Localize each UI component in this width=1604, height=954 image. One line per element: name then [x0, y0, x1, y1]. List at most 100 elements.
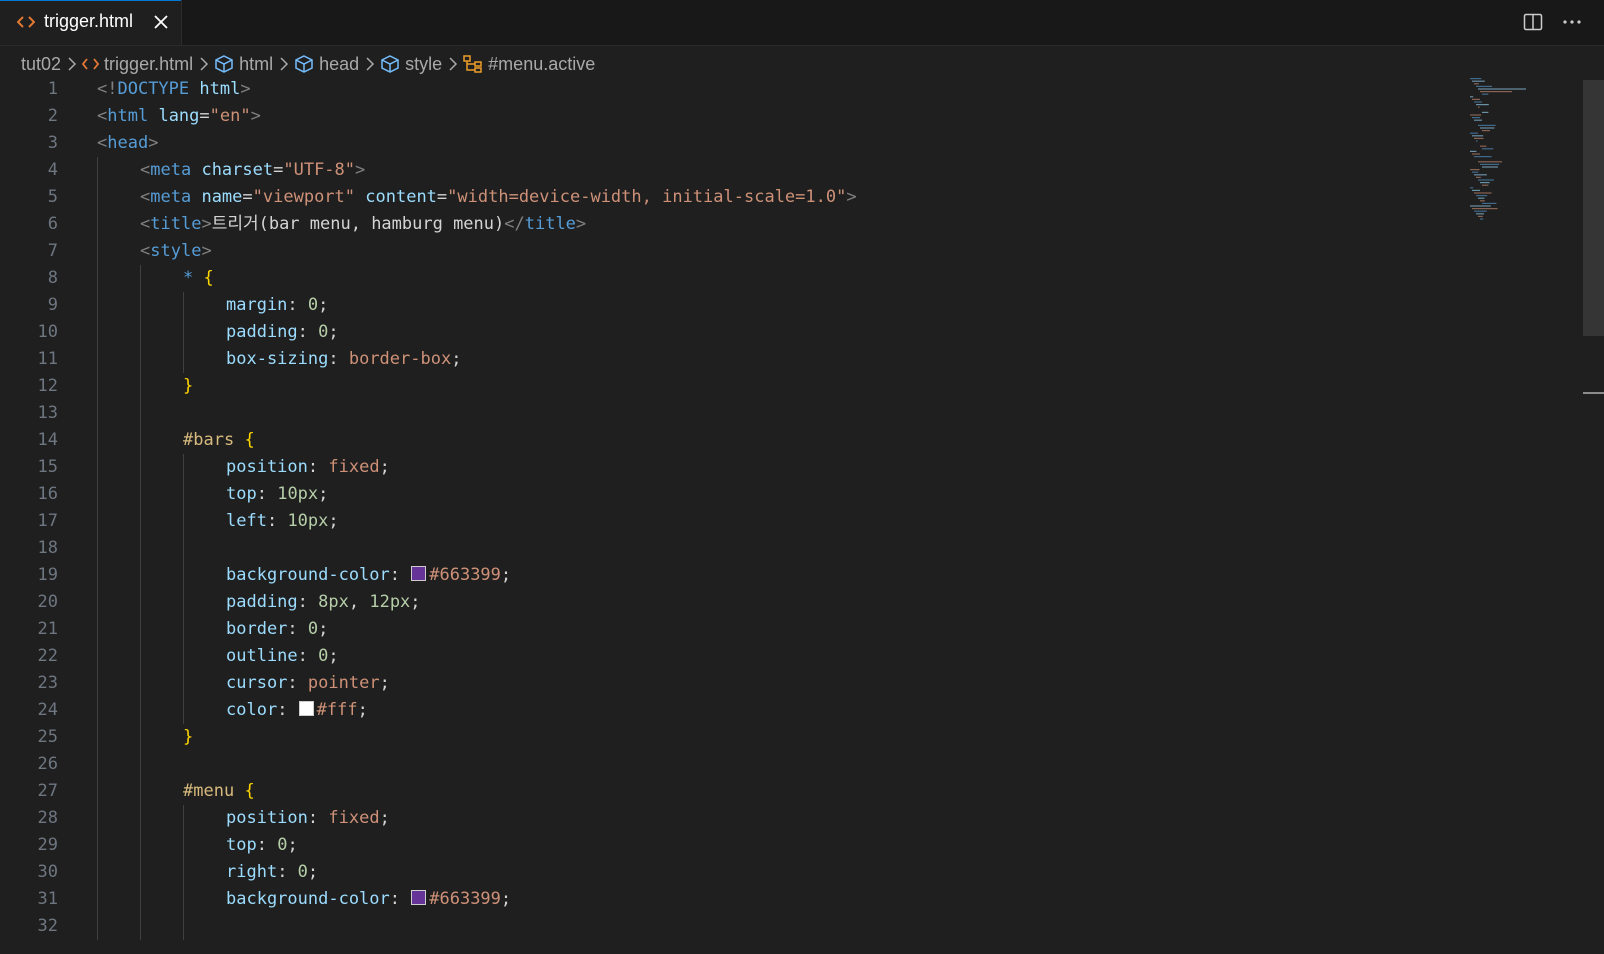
code-token: #663399: [429, 889, 501, 909]
minimap-line: [1480, 218, 1484, 220]
code-line[interactable]: <meta charset="UTF-8">: [97, 157, 1437, 184]
color-swatch[interactable]: [298, 701, 314, 716]
line-number: 6: [47, 214, 58, 234]
code-line[interactable]: margin: 0;: [97, 292, 1437, 319]
breadcrumb-item-style[interactable]: style: [380, 54, 442, 75]
indent-guide: [140, 454, 141, 481]
code-line[interactable]: <style>: [97, 238, 1437, 265]
code-line[interactable]: [97, 400, 1437, 427]
code-line[interactable]: color: #fff;: [97, 697, 1437, 724]
html-file-icon: [82, 58, 100, 70]
code-token: top: [226, 484, 257, 504]
code-line[interactable]: position: fixed;: [97, 805, 1437, 832]
code-line[interactable]: padding: 0;: [97, 319, 1437, 346]
code-token: title: [150, 214, 202, 234]
code-token: position: [226, 457, 308, 477]
code-line[interactable]: background-color: #663399;: [97, 886, 1437, 913]
editor-area[interactable]: 1 2 3 4 5 6 7 8 9 10 11 12 13 14 15 16 17 18 19 20 21 22 23 24 2…: [0, 76, 1604, 954]
code-token: ;: [379, 457, 390, 477]
code-token: :: [389, 889, 411, 909]
minimap-line: [1474, 119, 1482, 121]
code-line[interactable]: box-sizing: border-box;: [97, 346, 1437, 373]
color-swatch[interactable]: [411, 566, 427, 581]
color-swatch[interactable]: [411, 890, 427, 905]
code-line[interactable]: cursor: pointer;: [97, 670, 1437, 697]
code-line[interactable]: right: 0;: [97, 859, 1437, 886]
minimap-line: [1474, 83, 1479, 85]
code-line[interactable]: [97, 913, 1437, 940]
minimap-line: [1472, 171, 1479, 173]
breadcrumb-item-head[interactable]: head: [294, 54, 359, 75]
code-token: ,: [348, 592, 370, 612]
line-number: 10: [37, 322, 58, 342]
code-line[interactable]: }: [97, 373, 1437, 400]
code-token: :: [277, 862, 298, 882]
breadcrumb-item-html[interactable]: html: [214, 54, 273, 75]
minimap[interactable]: [1468, 76, 1548, 236]
indent-guide: [140, 265, 141, 292]
indent-guide: [140, 643, 141, 670]
code-line[interactable]: <title>트리거(bar menu, hamburg menu)</titl…: [97, 211, 1437, 238]
code-token: "width=device-width, initial-scale=1.0": [447, 187, 847, 207]
code-line[interactable]: [97, 751, 1437, 778]
close-icon[interactable]: [153, 14, 169, 30]
minimap-line: [1476, 104, 1489, 106]
minimap-line: [1480, 200, 1485, 202]
code-line[interactable]: position: fixed;: [97, 454, 1437, 481]
code-line[interactable]: <head>: [97, 130, 1437, 157]
minimap-line: [1478, 179, 1494, 181]
code-line[interactable]: <meta name="viewport" content="width=dev…: [97, 184, 1437, 211]
code-line[interactable]: left: 10px;: [97, 508, 1437, 535]
code-token: >: [846, 187, 857, 207]
code-token: >: [148, 133, 159, 153]
indent-guide: [140, 562, 141, 589]
code-line[interactable]: <html lang="en">: [97, 103, 1437, 130]
code-content[interactable]: <!DOCTYPE html> <html lang="en"> <head> <me…: [97, 76, 1437, 940]
minimap-line: [1480, 163, 1500, 165]
indent-guide: [140, 913, 141, 940]
code-token: top: [226, 835, 257, 855]
code-line[interactable]: #bars {: [97, 427, 1437, 454]
code-line[interactable]: background-color: #663399;: [97, 562, 1437, 589]
breadcrumb-item-file[interactable]: trigger.html: [82, 54, 193, 75]
minimap-line: [1470, 78, 1482, 80]
code-token: :: [287, 673, 308, 693]
code-line[interactable]: padding: 8px, 12px;: [97, 589, 1437, 616]
minimap-line: [1478, 106, 1480, 108]
code-token: "viewport": [252, 187, 356, 207]
code-token: "UTF-8": [283, 160, 356, 180]
code-token: *: [183, 268, 194, 288]
code-line[interactable]: top: 10px;: [97, 481, 1437, 508]
code-token: meta: [150, 187, 192, 207]
more-actions-icon[interactable]: [1561, 12, 1583, 32]
code-token: fixed: [328, 808, 380, 828]
code-token: charset: [201, 160, 274, 180]
code-line[interactable]: }: [97, 724, 1437, 751]
html-file-icon: [17, 16, 35, 28]
breadcrumb-item-folder[interactable]: tut02: [21, 54, 61, 75]
code-line[interactable]: #menu {: [97, 778, 1437, 805]
split-editor-icon[interactable]: [1523, 12, 1543, 32]
indent-guide: [183, 589, 184, 616]
code-line[interactable]: <!DOCTYPE html>: [97, 76, 1437, 103]
minimap-line: [1472, 135, 1484, 137]
minimap-line: [1478, 197, 1485, 199]
editor-tab[interactable]: trigger.html: [0, 0, 182, 45]
code-token: meta: [150, 160, 192, 180]
code-line[interactable]: [97, 535, 1437, 562]
scrollbar-thumb[interactable]: [1583, 80, 1604, 336]
line-number: 25: [37, 727, 58, 747]
code-line[interactable]: * {: [97, 265, 1437, 292]
minimap-line: [1476, 85, 1492, 87]
code-line[interactable]: outline: 0;: [97, 643, 1437, 670]
code-line[interactable]: border: 0;: [97, 616, 1437, 643]
code-token: :: [328, 349, 349, 369]
breadcrumb-item-selector[interactable]: #menu.active: [463, 54, 595, 75]
code-line[interactable]: top: 0;: [97, 832, 1437, 859]
indent-guide: [140, 346, 141, 373]
code-token: =: [199, 106, 210, 126]
indent-guide: [140, 319, 141, 346]
